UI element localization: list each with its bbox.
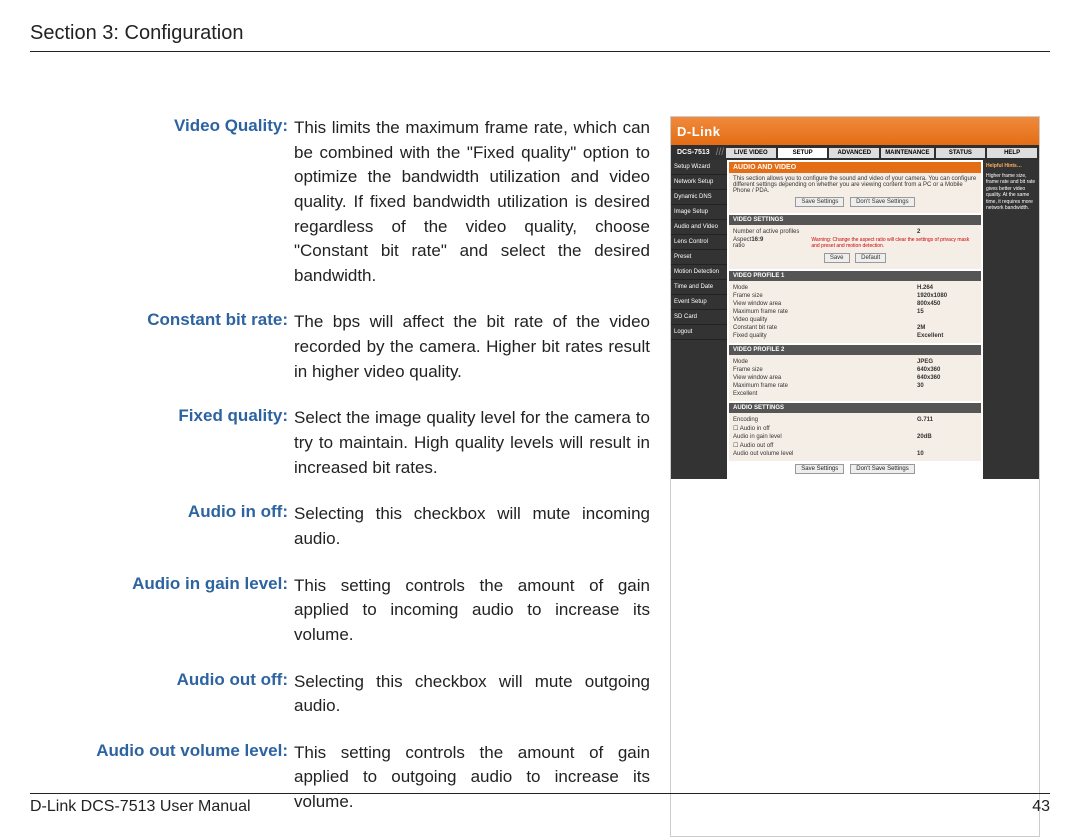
definition-row: Audio in off: Selecting this checkbox wi… [30,502,650,551]
definition-row: Fixed quality: Select the image quality … [30,406,650,480]
page-number: 43 [1032,798,1050,816]
tab-status[interactable]: STATUS [936,148,986,158]
panel-intro: This section allows you to configure the… [729,173,981,213]
page-footer: D-Link DCS-7513 User Manual 43 [30,793,1050,816]
tab-maintenance[interactable]: MAINTENANCE [881,148,933,158]
definition-label: Audio in gain level: [30,574,294,648]
content-area: Video Quality: This limits the maximum f… [30,116,1050,837]
definition-label: Audio out off: [30,670,294,719]
definition-row: Constant bit rate: The bps will affect t… [30,310,650,384]
dont-save-settings-button[interactable]: Don't Save Settings [850,197,915,207]
top-rule [30,51,1050,52]
manual-title: D-Link DCS-7513 User Manual [30,798,251,816]
field-value[interactable]: 16:9 [751,237,811,249]
help-title: Helpful Hints… [986,163,1036,170]
save-button[interactable]: Save [824,253,850,263]
profile1-title: VIDEO PROFILE 1 [729,271,981,281]
panel-title: AUDIO AND VIDEO [729,162,981,173]
audio-settings-title: AUDIO SETTINGS [729,403,981,413]
warning-text: Warning: Change the aspect ratio will cl… [811,237,977,249]
sidebar-item[interactable]: Motion Detection [671,265,727,280]
default-button[interactable]: Default [855,253,886,263]
sidebar-item[interactable]: Preset [671,250,727,265]
definition-label: Fixed quality: [30,406,294,480]
fig-help-panel: Helpful Hints… Higher frame size, frame … [983,160,1039,479]
sidebar-item[interactable]: Image Setup [671,205,727,220]
bottom-rule [30,793,1050,794]
brand-logo: D-Link [677,124,720,139]
separator-icon: /// [716,147,724,158]
section-title: Section 3: Configuration [30,22,1050,49]
definition-label: Video Quality: [30,116,294,288]
video-settings-title: VIDEO SETTINGS [729,215,981,225]
sidebar-item[interactable]: Audio and Video [671,220,727,235]
sidebar-item[interactable]: Setup Wizard [671,160,727,175]
dont-save-settings-button[interactable]: Don't Save Settings [850,464,915,474]
panel-intro-text: This section allows you to configure the… [733,176,976,194]
tab-advanced[interactable]: ADVANCED [829,148,879,158]
fig-main: AUDIO AND VIDEO This section allows you … [727,160,983,479]
sidebar-item[interactable]: Lens Control [671,235,727,250]
fig-sidebar: Setup Wizard Network Setup Dynamic DNS I… [671,160,727,479]
field-value[interactable]: 2 [917,229,977,235]
definition-row: Audio in gain level: This setting contro… [30,574,650,648]
definition-label: Audio in off: [30,502,294,551]
fig-model: DCS-7513 [673,149,714,156]
definition-row: Audio out off: Selecting this checkbox w… [30,670,650,719]
definition-row: Video Quality: This limits the maximum f… [30,116,650,288]
definition-text: Selecting this checkbox will mute outgoi… [294,670,650,719]
tab-setup[interactable]: SETUP [778,148,828,158]
definition-text: The bps will affect the bit rate of the … [294,310,650,384]
definitions-list: Video Quality: This limits the maximum f… [30,116,650,837]
definition-text: This limits the maximum frame rate, whic… [294,116,650,288]
tab-live-video[interactable]: LIVE VIDEO [726,148,776,158]
fig-body: Setup Wizard Network Setup Dynamic DNS I… [671,160,1039,479]
definition-text: Select the image quality level for the c… [294,406,650,480]
sidebar-item[interactable]: Time and Date [671,280,727,295]
profile2-title: VIDEO PROFILE 2 [729,345,981,355]
tab-help[interactable]: HELP [987,148,1037,158]
field-label: Aspect ratio [733,237,751,249]
definition-text: Selecting this checkbox will mute incomi… [294,502,650,551]
definition-label: Constant bit rate: [30,310,294,384]
config-screenshot: D-Link DCS-7513 /// LIVE VIDEO SETUP ADV… [670,116,1040,837]
sidebar-item[interactable]: Network Setup [671,175,727,190]
sidebar-item[interactable]: SD Card [671,310,727,325]
sidebar-item[interactable]: Dynamic DNS [671,190,727,205]
save-settings-button[interactable]: Save Settings [795,197,844,207]
save-settings-button[interactable]: Save Settings [795,464,844,474]
fig-tabs-row: DCS-7513 /// LIVE VIDEO SETUP ADVANCED M… [671,145,1039,160]
sidebar-item[interactable]: Event Setup [671,295,727,310]
definition-text: This setting controls the amount of gain… [294,574,650,648]
fig-brandbar: D-Link [671,117,1039,145]
field-label: Number of active profiles [733,229,917,235]
sidebar-item[interactable]: Logout [671,325,727,340]
